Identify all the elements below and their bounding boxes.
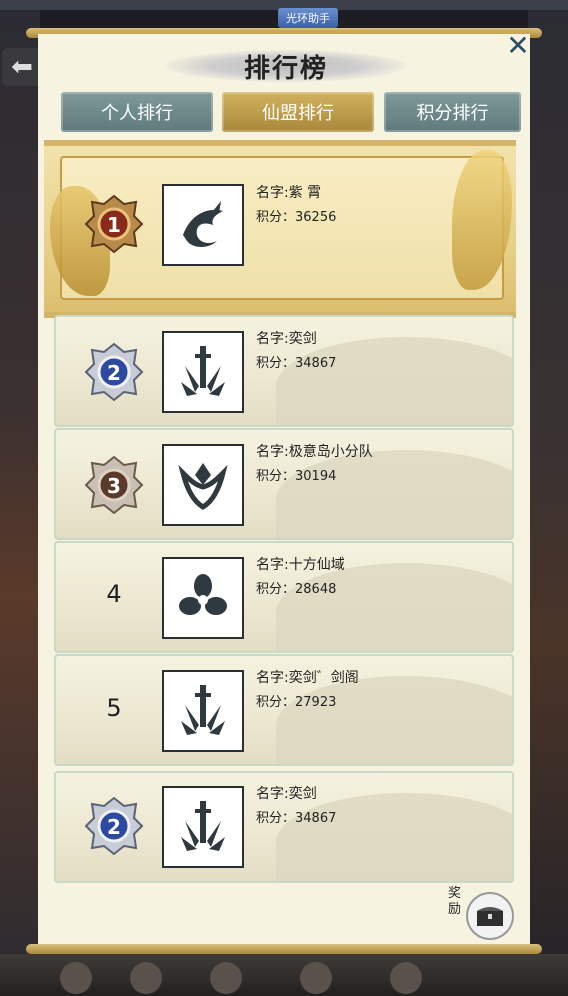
mountain-decoration (276, 676, 512, 764)
tab-personal-ranking[interactable]: 个人排行 (61, 92, 213, 132)
close-icon[interactable]: ✕ (505, 32, 531, 60)
background-right (528, 0, 568, 996)
background-icon (210, 962, 242, 994)
reward-button[interactable]: 奖励 (448, 886, 514, 942)
alliance-name: 名字:奕剑゛剑阁 (256, 670, 359, 686)
alliance-name: 名字:紫 霄 (256, 185, 322, 201)
page-title: 排行榜 (243, 54, 328, 84)
alliance-score: 积分：36256 (256, 210, 337, 225)
back-arrow-icon[interactable]: ⬅ (2, 48, 42, 86)
alliance-score: 积分：30194 (256, 469, 337, 484)
alliance-name: 名字:十方仙域 (256, 557, 345, 573)
background-icon (60, 962, 92, 994)
sword-emblem-icon (162, 670, 244, 752)
rank-number: 4 (106, 580, 122, 608)
alliance-score: 积分：34867 (256, 811, 337, 826)
alliance-score: 积分：34867 (256, 356, 337, 371)
rank-number: 5 (106, 694, 122, 722)
rank-3-medal-icon: 3 (84, 455, 144, 515)
alliance-score: 积分：27923 (256, 695, 337, 710)
background-icon (390, 962, 422, 994)
alliance-score: 积分：28648 (256, 582, 337, 597)
tab-points-ranking[interactable]: 积分排行 (384, 92, 521, 132)
assistant-tag[interactable]: 光环助手 (278, 8, 338, 28)
reward-label: 奖励 (448, 886, 462, 917)
treasure-chest-icon (466, 892, 514, 940)
title-banner: 排行榜 (166, 44, 406, 86)
rank-2-medal-icon: 2 (84, 796, 144, 856)
background-bottom-bar (0, 954, 568, 996)
rank-1-medal-icon: 1 (84, 194, 144, 254)
rank-3-number: 3 (107, 474, 121, 498)
trefoil-emblem-icon (162, 557, 244, 639)
mountain-decoration (276, 337, 512, 425)
alliance-name: 名字:极意岛小分队 (256, 444, 373, 460)
background-icon (300, 962, 332, 994)
alliance-name: 名字:奕剑 (256, 786, 317, 802)
sword-emblem-icon (162, 786, 244, 868)
mountain-decoration (276, 450, 512, 538)
background-icon (130, 962, 162, 994)
mountain-decoration (276, 563, 512, 651)
lotus-emblem-icon (162, 444, 244, 526)
scroll-rod-bottom (26, 944, 542, 954)
sword-emblem-icon (162, 331, 244, 413)
dragon-emblem-icon (162, 184, 244, 266)
my-rank-number: 2 (107, 815, 121, 839)
rank-2-number: 2 (107, 361, 121, 385)
background-left (0, 0, 40, 996)
rank-1-number: 1 (107, 213, 121, 237)
rank-2-medal-icon: 2 (84, 342, 144, 402)
alliance-name: 名字:奕剑 (256, 331, 317, 347)
tab-alliance-ranking[interactable]: 仙盟排行 (222, 92, 374, 132)
